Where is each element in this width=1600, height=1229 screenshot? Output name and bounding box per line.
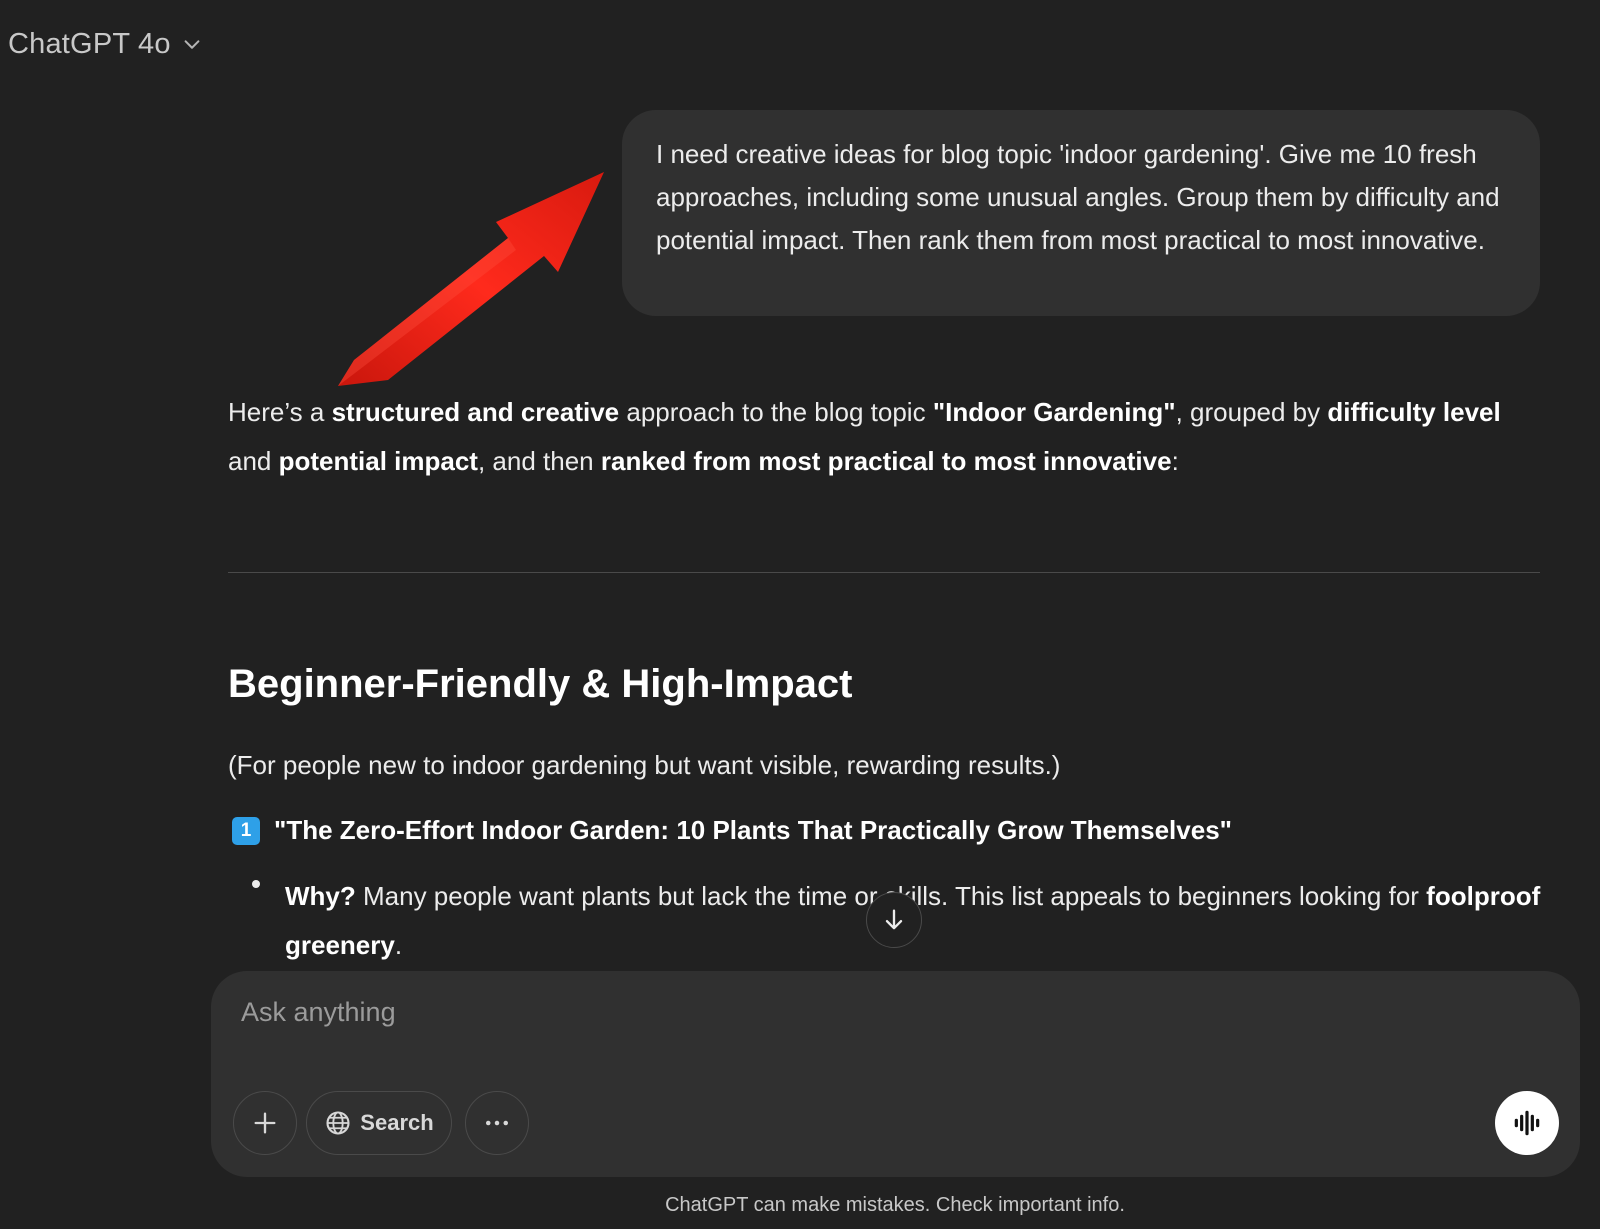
- search-button[interactable]: Search: [306, 1091, 452, 1155]
- item-title-text: "The Zero-Effort Indoor Garden: 10 Plant…: [274, 815, 1232, 845]
- list-item-title: 1 "The Zero-Effort Indoor Garden: 10 Pla…: [232, 815, 1232, 846]
- voice-waveform-icon: [1514, 1110, 1540, 1136]
- more-icon: [486, 1120, 508, 1126]
- assistant-intro: Here’s a structured and creative approac…: [228, 397, 1501, 476]
- plus-icon: [254, 1112, 276, 1134]
- model-name: ChatGPT 4o: [8, 28, 171, 60]
- keycap-number-icon: 1: [232, 816, 260, 845]
- more-button[interactable]: [465, 1091, 529, 1155]
- user-message-text: I need creative ideas for blog topic 'in…: [656, 139, 1500, 255]
- model-selector[interactable]: ChatGPT 4o: [8, 28, 203, 61]
- section-heading: Beginner-Friendly & High-Impact: [228, 662, 853, 706]
- divider: [228, 572, 1540, 573]
- user-message-bubble: I need creative ideas for blog topic 'in…: [622, 110, 1540, 316]
- message-input[interactable]: [239, 991, 1543, 1033]
- voice-mode-button[interactable]: [1495, 1091, 1559, 1155]
- arrow-down-icon: [885, 909, 903, 930]
- globe-icon: [326, 1111, 350, 1135]
- search-label: Search: [360, 1110, 434, 1135]
- add-button[interactable]: [233, 1091, 297, 1155]
- chevron-down-icon: [184, 39, 200, 49]
- composer: Search: [211, 971, 1580, 1177]
- annotation-arrow: [338, 172, 604, 386]
- section-subtitle: (For people new to indoor gardening but …: [228, 750, 1061, 780]
- disclaimer: ChatGPT can make mistakes. Check importa…: [665, 1194, 1125, 1216]
- bullet-dot: [252, 880, 260, 888]
- scroll-down-button[interactable]: [866, 892, 922, 948]
